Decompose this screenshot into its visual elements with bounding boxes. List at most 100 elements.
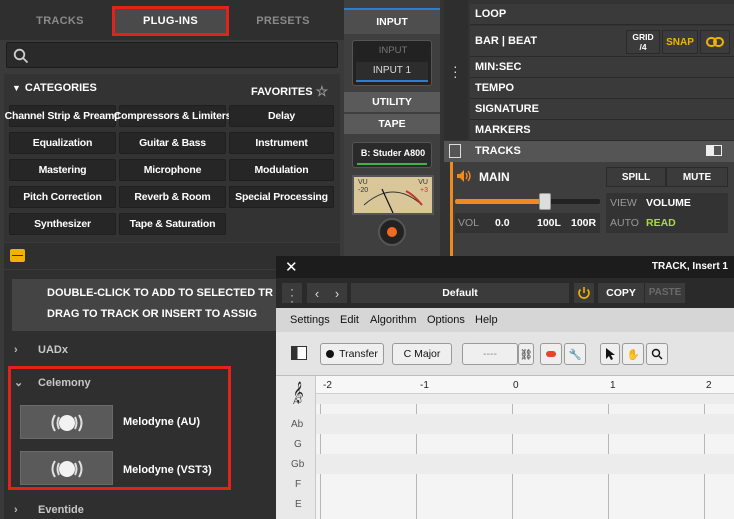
utility-header[interactable]: UTILITY: [344, 92, 440, 112]
plugin-toolbar: · · · ‹ › Default COPY PASTE: [276, 278, 734, 308]
speaker-icon[interactable]: [456, 169, 472, 183]
input-header[interactable]: INPUT: [344, 8, 440, 34]
grid-button[interactable]: GRID/4: [626, 30, 660, 54]
time-ruler[interactable]: [276, 376, 734, 394]
plugin-menu-icon[interactable]: · · ·: [282, 283, 302, 307]
search-input[interactable]: [6, 42, 338, 68]
link-button[interactable]: [700, 30, 730, 54]
menu-help[interactable]: Help: [475, 314, 498, 326]
transfer-button[interactable]: Transfer: [320, 343, 384, 365]
vol-pan-row[interactable]: VOL 0.0 100L 100R: [455, 213, 600, 233]
plugin-melodyne-au[interactable]: Melodyne (AU): [123, 416, 200, 428]
view-row[interactable]: VIEW VOLUME: [606, 193, 728, 213]
category-mastering[interactable]: Mastering: [9, 159, 116, 181]
input-value[interactable]: INPUT 1: [356, 62, 428, 82]
pan-left-value[interactable]: 100L: [537, 217, 561, 229]
melodyne-vst3-icon[interactable]: [20, 451, 113, 485]
plugin-melodyne-vst3[interactable]: Melodyne (VST3): [123, 464, 212, 476]
input-selector[interactable]: INPUT INPUT 1: [352, 40, 432, 86]
ruler-minsec[interactable]: MIN:SEC: [470, 57, 734, 78]
menu-options[interactable]: Options: [427, 314, 465, 326]
plugin-menubar: Settings Edit Algorithm Options Help: [276, 308, 734, 332]
ruler-signature[interactable]: SIGNATURE: [470, 99, 734, 120]
category-channel-strip[interactable]: Channel Strip & Preamp: [5, 105, 121, 127]
category-reverb-room[interactable]: Reverb & Room: [119, 186, 226, 208]
window-title: TRACK, Insert 1: [651, 261, 728, 272]
pointer-tool-icon[interactable]: [600, 343, 620, 365]
star-icon[interactable]: ☆: [316, 83, 329, 99]
tape-header[interactable]: TAPE: [344, 114, 440, 134]
chevron-right-icon[interactable]: ›: [335, 286, 339, 301]
categories-header[interactable]: ▼ CATEGORIES: [12, 82, 97, 94]
paste-button[interactable]: PASTE: [645, 283, 685, 303]
category-special-processing[interactable]: Special Processing: [229, 186, 334, 208]
category-compressors[interactable]: Compressors & Limiters: [114, 105, 231, 127]
note-tool-icon[interactable]: [540, 343, 562, 365]
ruler-loop[interactable]: LOOP: [470, 4, 734, 25]
close-icon[interactable]: ✕: [285, 258, 298, 276]
track-name[interactable]: MAIN: [479, 170, 510, 184]
pitch-label: E: [295, 499, 302, 510]
zoom-tool-icon[interactable]: [646, 343, 668, 365]
ruler-menu-icon[interactable]: · · ·: [453, 59, 458, 83]
category-equalization[interactable]: Equalization: [9, 132, 116, 154]
menu-edit[interactable]: Edit: [340, 314, 359, 326]
category-tape-saturation[interactable]: Tape & Saturation: [119, 213, 226, 235]
vol-label: VOL: [458, 217, 480, 229]
tape-machine-selector[interactable]: B: Studer A800: [352, 142, 432, 168]
preset-selector[interactable]: Default: [351, 283, 569, 303]
list-view-icon[interactable]: [10, 249, 25, 262]
note-editor[interactable]: 𝄞 -2 -1 0 1 2 A Ab G Gb F E: [276, 376, 734, 519]
tree-item-celemony[interactable]: ⌄ Celemony: [14, 376, 91, 389]
link-icon: [706, 37, 724, 47]
category-microphone[interactable]: Microphone: [119, 159, 226, 181]
volume-fader-track[interactable]: [455, 193, 600, 210]
track-width-icon[interactable]: [706, 145, 722, 156]
menu-algorithm[interactable]: Algorithm: [370, 314, 416, 326]
tab-presets[interactable]: PRESETS: [229, 6, 337, 36]
window-titlebar[interactable]: ✕ TRACK, Insert 1: [276, 256, 734, 278]
category-modulation[interactable]: Modulation: [229, 159, 334, 181]
favorites-header[interactable]: FAVORITES ☆: [251, 82, 328, 99]
tab-plug-ins[interactable]: PLUG-INS: [112, 6, 229, 36]
copy-button[interactable]: COPY: [598, 283, 644, 303]
tempo-field[interactable]: ----: [462, 343, 518, 365]
tree-item-uadx[interactable]: › UADx: [14, 344, 68, 356]
key-selector[interactable]: C Major: [392, 343, 452, 365]
hand-tool-icon[interactable]: ✋: [622, 343, 644, 365]
bypass-button[interactable]: [574, 283, 594, 303]
chevron-left-icon[interactable]: ‹: [315, 286, 319, 301]
auto-row[interactable]: AUTO READ: [606, 213, 728, 233]
spill-button[interactable]: SPILL: [606, 167, 666, 187]
wrench-icon[interactable]: 🔧: [564, 343, 586, 365]
category-guitar-bass[interactable]: Guitar & Bass: [119, 132, 226, 154]
category-delay[interactable]: Delay: [229, 105, 334, 127]
category-instrument[interactable]: Instrument: [229, 132, 334, 154]
ruler-mark: 2: [706, 380, 712, 391]
pitch-label: A: [293, 396, 300, 406]
record-icon: [326, 350, 335, 358]
menu-settings[interactable]: Settings: [290, 314, 330, 326]
tape-power-knob[interactable]: [378, 218, 406, 246]
sidebar-toggle-icon[interactable]: [291, 346, 307, 360]
plugin-window: ✕ TRACK, Insert 1 · · · ‹ › Default COPY PA…: [276, 256, 734, 519]
melodyne-au-icon[interactable]: [20, 405, 113, 439]
tab-tracks[interactable]: TRACKS: [8, 6, 112, 36]
volume-fader-handle[interactable]: [538, 193, 551, 210]
tree-item-eventide[interactable]: › Eventide: [14, 504, 84, 516]
ruler-markers[interactable]: MARKERS: [470, 120, 734, 141]
category-synthesizer[interactable]: Synthesizer: [9, 213, 116, 235]
volume-fader-fill: [455, 199, 545, 204]
lane-dark: [316, 394, 734, 404]
instruction-line-2: DRAG TO TRACK OR INSERT TO ASSIG: [47, 308, 258, 320]
tempo-link-icon[interactable]: ⛓: [518, 343, 534, 365]
track-list-icon[interactable]: [449, 144, 461, 158]
category-pitch-correction[interactable]: Pitch Correction: [9, 186, 116, 208]
snap-button[interactable]: SNAP: [662, 30, 698, 54]
melodyne-toolbar: Transfer C Major ---- ⛓ 🔧 ✋: [276, 332, 734, 376]
vol-value[interactable]: 0.0: [495, 217, 510, 229]
pan-right-value[interactable]: 100R: [571, 217, 596, 229]
mute-button[interactable]: MUTE: [666, 167, 728, 187]
vu-meter: VU -20 VU +3: [352, 175, 434, 215]
ruler-tempo[interactable]: TEMPO: [470, 78, 734, 99]
